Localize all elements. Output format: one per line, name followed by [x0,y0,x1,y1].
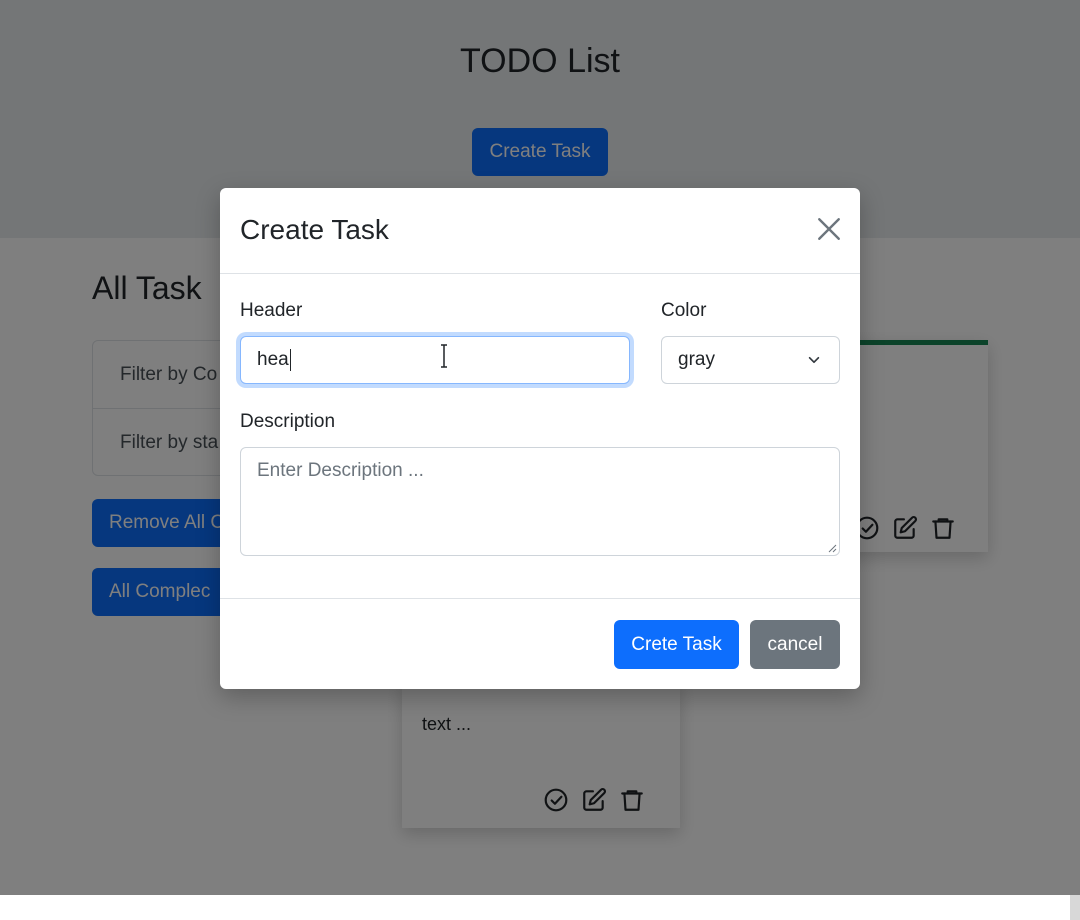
description-placeholder: Enter Description ... [257,460,424,481]
cancel-button[interactable]: cancel [750,620,840,669]
description-label: Description [240,411,336,432]
text-caret [289,348,291,371]
create-task-modal: Create Task Header Color hea gray Descri… [220,188,860,689]
modal-title: Create Task [240,214,389,245]
color-select-value: gray [678,349,715,370]
chevron-down-icon [808,356,820,364]
resize-handle-icon[interactable] [827,543,837,553]
header-input[interactable]: hea [240,336,630,384]
scrollbar[interactable] [1070,895,1080,920]
page: TODO List Create Task All Task Filter by… [0,0,1080,895]
color-select[interactable]: gray [661,336,840,384]
submit-task-button[interactable]: Crete Task [614,620,739,669]
close-icon[interactable] [816,216,842,242]
modal-header: Create Task [220,188,860,274]
header-label: Header [240,300,303,321]
header-input-value: hea [257,349,289,370]
text-cursor-icon [441,344,447,368]
description-textarea[interactable]: Enter Description ... [240,447,840,556]
modal-footer: Crete Task cancel [220,598,860,690]
color-label: Color [661,300,707,321]
